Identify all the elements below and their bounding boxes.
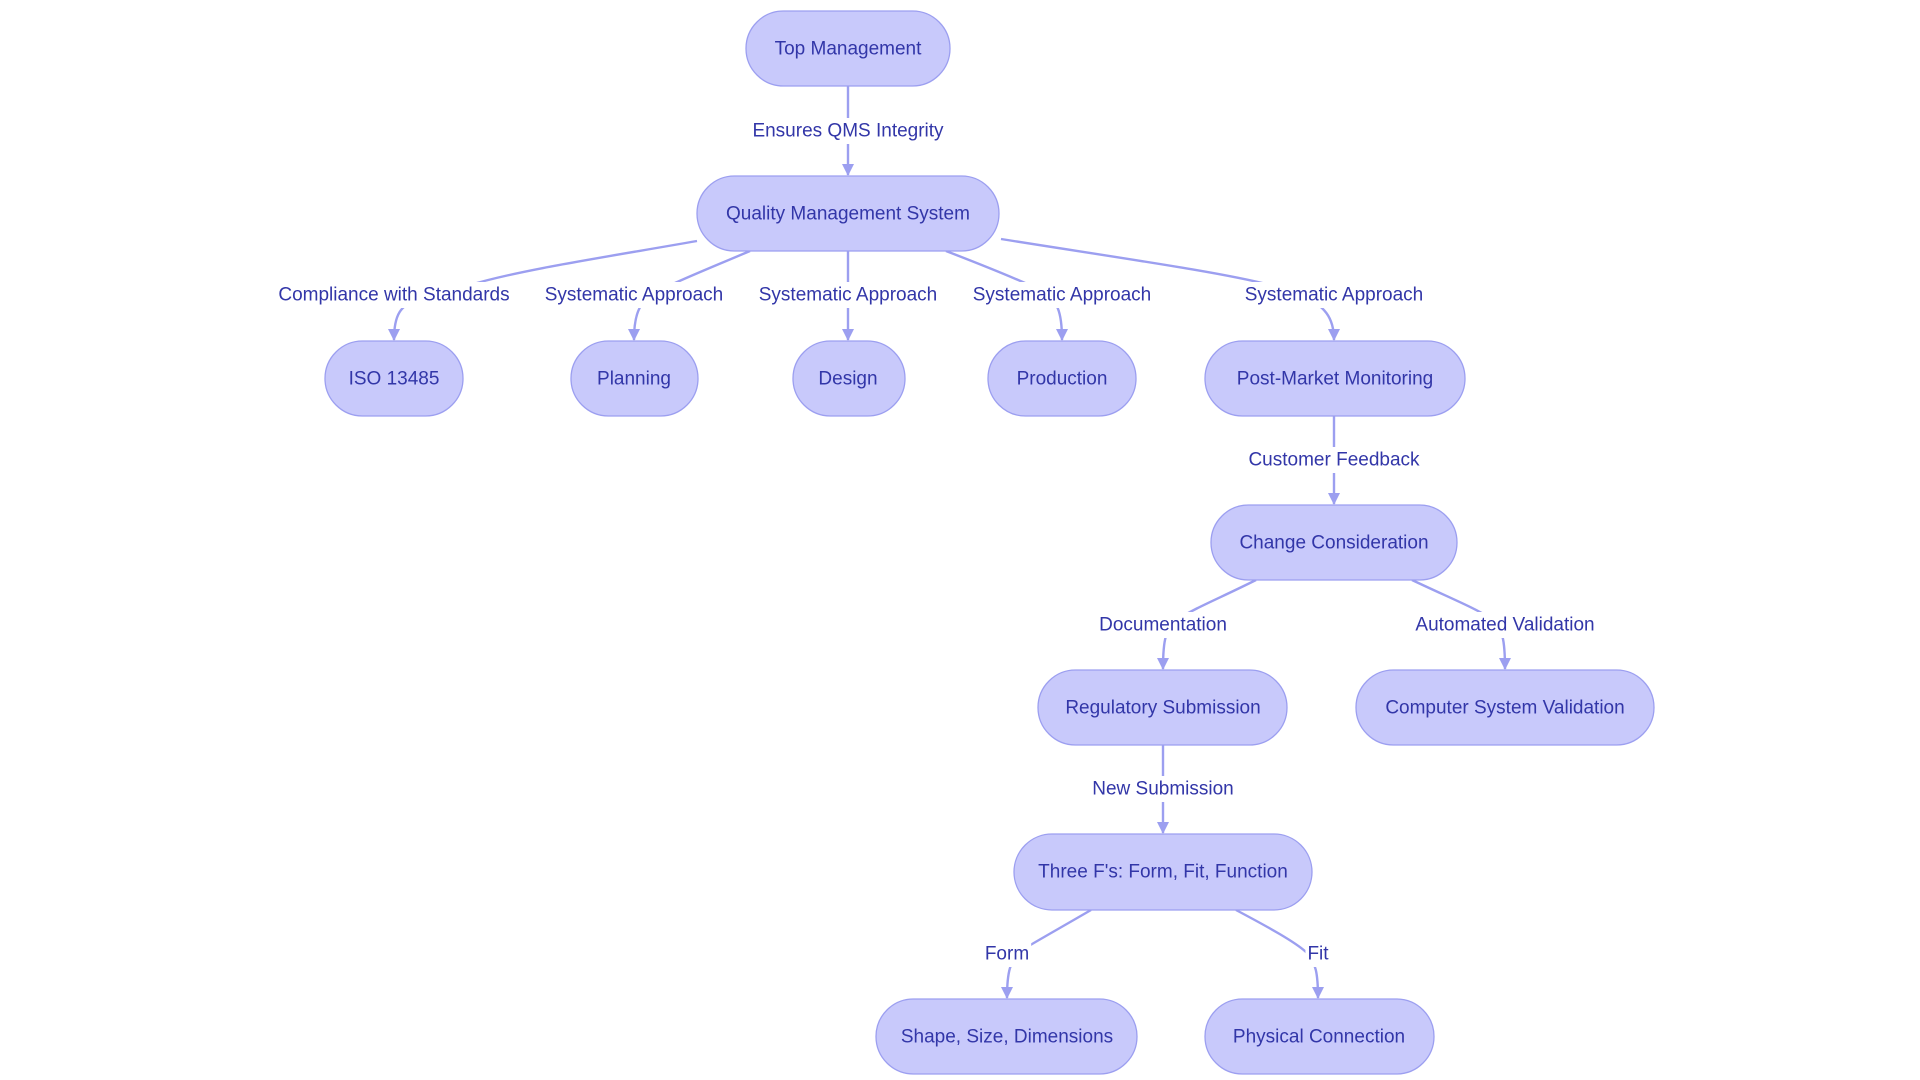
- node-label: ISO 13485: [349, 369, 440, 390]
- edge-label-customer-feedback: Customer Feedback: [1248, 450, 1420, 471]
- node-label: Quality Management System: [726, 204, 970, 225]
- edge-threef-to-shape: Form: [982, 908, 1092, 999]
- node-label: Planning: [597, 369, 671, 390]
- nodes: Top Management Quality Management System…: [324, 10, 1655, 1075]
- node-three-fs[interactable]: Three F's: Form, Fit, Function: [1013, 833, 1313, 911]
- edge-label-systematic-approach: Systematic Approach: [1245, 285, 1423, 306]
- node-label: Regulatory Submission: [1065, 698, 1260, 719]
- node-label: Shape, Size, Dimensions: [901, 1027, 1113, 1048]
- edge-label-new-submission: New Submission: [1092, 779, 1234, 800]
- edge-label-fit: Fit: [1307, 944, 1329, 965]
- node-iso-13485[interactable]: ISO 13485: [324, 340, 464, 417]
- edge-change-to-csv: Automated Validation: [1411, 578, 1597, 670]
- edge-qms-to-planning: Systematic Approach: [542, 249, 751, 341]
- edge-label-documentation: Documentation: [1099, 615, 1227, 636]
- edge-label-form: Form: [985, 944, 1029, 965]
- edge-label-systematic-approach: Systematic Approach: [973, 285, 1151, 306]
- edge-label-systematic-approach: Systematic Approach: [759, 285, 937, 306]
- edge-label-automated-validation: Automated Validation: [1415, 615, 1594, 636]
- node-label: Top Management: [775, 39, 923, 60]
- node-regulatory-submission[interactable]: Regulatory Submission: [1037, 669, 1288, 746]
- edge-label-ensures-qms-integrity: Ensures QMS Integrity: [752, 121, 944, 142]
- edge-pmm-to-change: Customer Feedback: [1246, 416, 1423, 505]
- node-label: Computer System Validation: [1385, 698, 1624, 719]
- edge-threef-to-physical: Fit: [1235, 908, 1332, 999]
- node-shape-size-dimensions[interactable]: Shape, Size, Dimensions: [875, 998, 1138, 1075]
- node-label: Three F's: Form, Fit, Function: [1038, 862, 1288, 883]
- node-production[interactable]: Production: [987, 340, 1137, 417]
- flowchart-diagram: Ensures QMS Integrity Compliance with St…: [276, 10, 1655, 1075]
- node-design[interactable]: Design: [792, 340, 906, 417]
- edge-regsub-to-threef: New Submission: [1090, 745, 1236, 834]
- edge-change-to-regsub: Documentation: [1097, 578, 1257, 670]
- node-quality-management-system[interactable]: Quality Management System: [696, 175, 1000, 252]
- edge-top-to-qms: Ensures QMS Integrity: [750, 86, 947, 176]
- node-physical-connection[interactable]: Physical Connection: [1204, 998, 1435, 1075]
- node-change-consideration[interactable]: Change Consideration: [1210, 504, 1458, 581]
- edge-label-systematic-approach: Systematic Approach: [545, 285, 723, 306]
- node-label: Change Consideration: [1239, 533, 1428, 554]
- node-computer-system-validation[interactable]: Computer System Validation: [1355, 669, 1655, 746]
- edge-qms-to-design: Systematic Approach: [756, 251, 940, 341]
- node-label: Post-Market Monitoring: [1237, 369, 1433, 390]
- node-planning[interactable]: Planning: [570, 340, 699, 417]
- node-label: Physical Connection: [1233, 1027, 1405, 1048]
- node-label: Design: [818, 369, 877, 390]
- node-top-management[interactable]: Top Management: [745, 10, 951, 87]
- node-label: Production: [1017, 369, 1108, 390]
- edge-qms-to-production: Systematic Approach: [945, 249, 1154, 341]
- node-post-market-monitoring[interactable]: Post-Market Monitoring: [1204, 340, 1466, 417]
- edge-label-compliance-with-standards: Compliance with Standards: [278, 285, 509, 306]
